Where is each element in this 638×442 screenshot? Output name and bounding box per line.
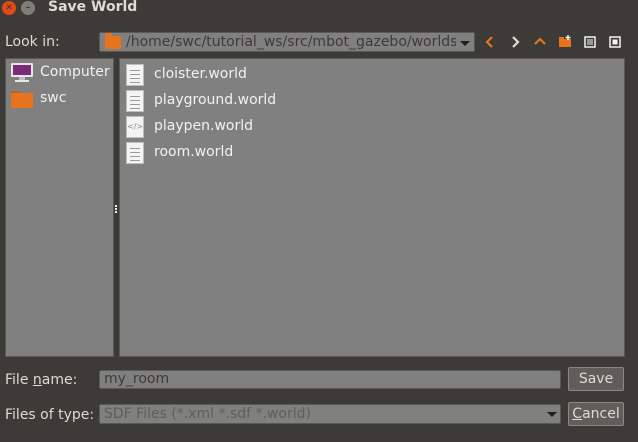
sidebar-item-computer[interactable]: Computer [10, 62, 114, 84]
parent-directory-button[interactable] [531, 33, 549, 51]
file-name-input[interactable]: my_room [99, 370, 561, 389]
arrow-left-icon [485, 36, 493, 48]
file-list: cloister.world playground.world </> play… [119, 58, 625, 357]
file-item-cloister[interactable]: cloister.world [126, 63, 426, 86]
file-name: playground.world [154, 92, 277, 108]
computer-icon [11, 63, 33, 82]
xml-file-icon: </> [126, 116, 144, 138]
arrow-up-icon [534, 37, 546, 45]
file-name: cloister.world [154, 66, 247, 82]
detail-view-button[interactable] [606, 33, 624, 51]
detail-view-icon [609, 36, 621, 48]
save-button[interactable]: Save [568, 367, 624, 391]
minimize-window-button[interactable]: – [21, 1, 35, 15]
folder-icon [105, 33, 121, 49]
places-sidebar: Computer swc [5, 58, 114, 357]
file-name: playpen.world [154, 118, 254, 134]
sidebar-item-label: Computer [40, 64, 110, 80]
look-in-label: Look in: [5, 34, 60, 50]
list-view-icon [584, 36, 596, 48]
window-title: Save World [48, 0, 138, 15]
file-name: room.world [154, 144, 234, 160]
look-in-combobox[interactable]: /home/swc/tutorial_ws/src/mbot_gazebo/wo… [99, 32, 475, 52]
sidebar-item-swc[interactable]: swc [10, 88, 114, 110]
file-name-label: File name: [5, 372, 78, 388]
new-folder-button[interactable] [556, 33, 574, 51]
file-item-playground[interactable]: playground.world [126, 89, 426, 112]
arrow-right-icon [512, 36, 520, 48]
sidebar-item-label: swc [40, 90, 67, 106]
folder-icon [11, 91, 33, 108]
close-window-button[interactable]: ✕ [2, 1, 16, 15]
forward-button[interactable] [506, 33, 524, 51]
file-type-label: Files of type: [5, 407, 95, 423]
new-folder-icon [559, 35, 571, 47]
cancel-button[interactable]: Cancel [568, 402, 624, 426]
file-type-value: SDF Files (*.xml *.sdf *.world) [104, 406, 311, 422]
file-item-playpen[interactable]: </> playpen.world [126, 115, 426, 138]
look-in-path: /home/swc/tutorial_ws/src/mbot_gazebo/wo… [126, 34, 458, 50]
chevron-down-icon[interactable] [456, 33, 474, 51]
back-button[interactable] [481, 33, 499, 51]
text-file-icon [126, 90, 144, 112]
title-bar: ✕ – Save World [0, 0, 638, 16]
text-file-icon [126, 142, 144, 164]
file-item-room[interactable]: room.world [126, 141, 426, 164]
list-view-button[interactable] [581, 33, 599, 51]
file-type-combobox[interactable]: SDF Files (*.xml *.sdf *.world) [99, 404, 561, 424]
text-file-icon [126, 64, 144, 86]
chevron-down-icon [547, 412, 557, 417]
